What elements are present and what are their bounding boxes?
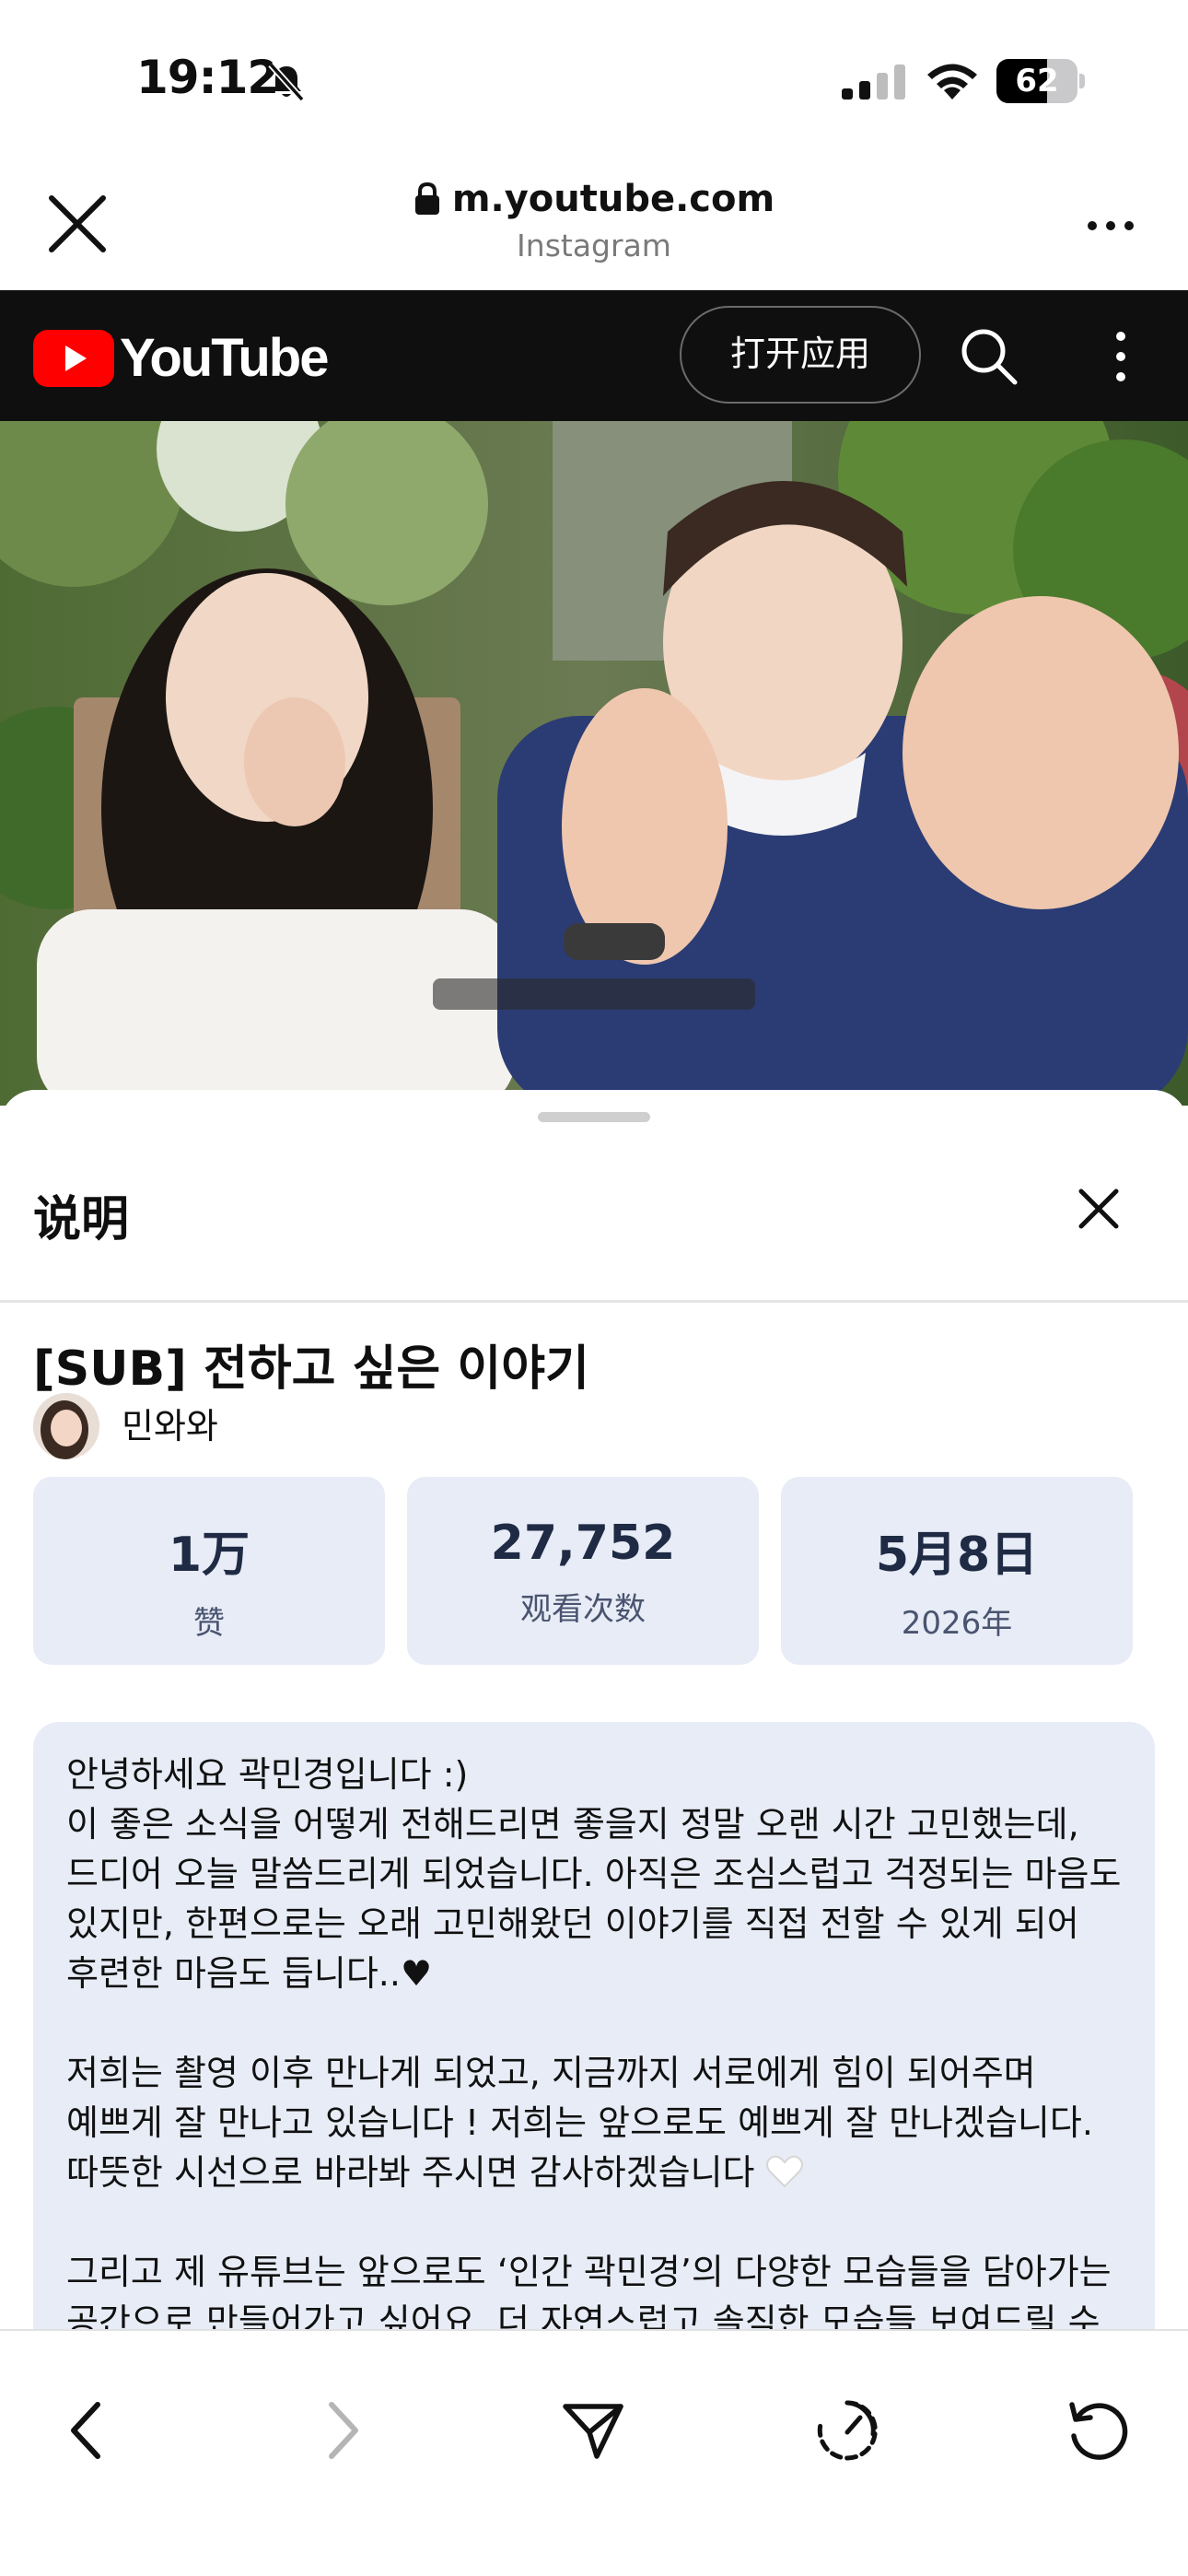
bell-slash-icon	[268, 62, 305, 102]
close-icon[interactable]	[1076, 1186, 1122, 1232]
video-frame	[0, 421, 1188, 1106]
likes-label: 赞	[193, 1605, 225, 1642]
stat-views: 27,752 观看次数	[407, 1477, 759, 1665]
channel-avatar[interactable]	[33, 1393, 99, 1459]
youtube-header: YouTube 打开应用	[0, 290, 1188, 421]
divider	[0, 1300, 1188, 1303]
description-paragraph-1: 안녕하세요 곽민경입니다 :) 이 좋은 소식을 어떻게 전해드리면 좋을지 정…	[66, 1754, 1122, 1994]
battery-icon: 62	[996, 59, 1085, 103]
url-text: m.youtube.com	[451, 178, 775, 220]
chevron-right-icon	[329, 2402, 358, 2459]
views-label: 观看次数	[520, 1591, 646, 1628]
timer-icon	[817, 2400, 878, 2461]
share-button[interactable]	[560, 2397, 626, 2464]
signal-icon	[842, 64, 905, 100]
url-source: Instagram	[517, 228, 671, 263]
drag-handle[interactable]	[538, 1112, 650, 1122]
forward-button[interactable]	[309, 2397, 376, 2464]
battery-percent: 62	[1015, 63, 1059, 100]
reload-button[interactable]	[1065, 2397, 1131, 2464]
description-sheet: 说明 [SUB] 전하고 싶은 이야기 민와와 1万 赞 27,752 观看次数…	[0, 1090, 1188, 2329]
browser-toolbar	[0, 2329, 1188, 2576]
youtube-logo[interactable]: YouTube	[33, 327, 329, 389]
description-text: 안녕하세요 곽민경입니다 :) 이 좋은 소식을 어떻게 전해드리면 좋을지 정…	[33, 1722, 1155, 2329]
youtube-logo-text: YouTube	[120, 328, 329, 388]
back-button[interactable]	[53, 2397, 120, 2464]
description-paragraph-2: 저희는 촬영 이후 만나게 되었고, 지금까지 서로에게 힘이 되어주며 예쁘게…	[66, 2053, 1093, 2193]
status-time: 19:12	[136, 51, 279, 104]
date-year: 2026年	[901, 1605, 1013, 1642]
more-horizontal-icon[interactable]	[1085, 207, 1136, 244]
video-title: [SUB] 전하고 싶은 이야기	[33, 1341, 589, 1397]
reload-icon	[1069, 2402, 1128, 2460]
stat-date: 5月8日 2026年	[781, 1477, 1133, 1665]
open-app-button[interactable]: 打开应用	[680, 306, 921, 404]
status-bar: 19:12 62	[0, 0, 1188, 161]
more-vertical-icon[interactable]	[1105, 327, 1136, 386]
timer-button[interactable]	[814, 2397, 880, 2464]
wifi-icon	[927, 64, 977, 100]
description-paragraph-3: 그리고 제 유튜브는 앞으로도 ‘인간 곽민경’의 다양한 모습들을 담아가는 …	[66, 2252, 1112, 2329]
lock-icon	[414, 182, 439, 215]
browser-header: m.youtube.com Instagram	[0, 161, 1188, 290]
sheet-title: 说明	[33, 1192, 130, 1247]
youtube-play-icon	[33, 329, 114, 387]
likes-value: 1万	[168, 1528, 250, 1583]
stat-likes: 1万 赞	[33, 1477, 385, 1665]
chevron-left-icon	[71, 2402, 100, 2459]
share-icon	[563, 2404, 623, 2459]
views-value: 27,752	[490, 1516, 676, 1571]
date-value: 5月8日	[875, 1528, 1039, 1583]
channel-name[interactable]: 민와와	[122, 1398, 218, 1448]
address-bar[interactable]: m.youtube.com Instagram	[0, 178, 1188, 263]
white-heart-icon	[765, 2155, 803, 2188]
search-icon[interactable]	[958, 325, 1019, 386]
video-player[interactable]	[0, 421, 1188, 1106]
